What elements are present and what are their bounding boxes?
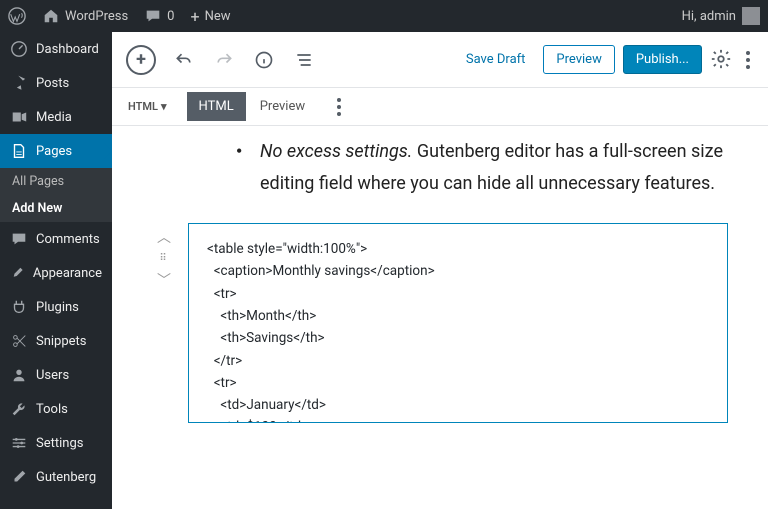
publish-button[interactable]: Publish... (623, 45, 702, 74)
sidebar-item-appearance[interactable]: Appearance (0, 256, 112, 290)
pages-icon (10, 142, 28, 160)
editor-toolbar: + Save Draft Preview Publish... (112, 32, 768, 88)
sidebar-item-media[interactable]: Media (0, 100, 112, 134)
sliders-icon (10, 434, 28, 452)
sidebar-item-settings[interactable]: Settings (0, 426, 112, 460)
settings-toggle[interactable] (710, 48, 734, 72)
new-content-link[interactable]: + New (182, 0, 238, 32)
redo-icon (214, 50, 234, 70)
move-up-button[interactable]: ︿ (157, 227, 171, 247)
redo-button[interactable] (212, 48, 236, 72)
block-toolbar: HTML ▾ HTML Preview (112, 88, 768, 126)
sidebar-item-label: Comments (36, 232, 100, 247)
site-home-link[interactable]: WordPress (34, 0, 136, 32)
greeting-text: Hi, admin (682, 9, 736, 24)
sidebar-item-label: Snippets (36, 334, 87, 349)
brush-icon (10, 264, 25, 282)
sidebar-item-users[interactable]: Users (0, 358, 112, 392)
avatar (742, 7, 760, 25)
chevron-down-icon: ▾ (161, 100, 167, 113)
sidebar-item-comments[interactable]: Comments (0, 222, 112, 256)
sidebar-item-posts[interactable]: Posts (0, 66, 112, 100)
dashboard-icon (10, 40, 28, 58)
sidebar-item-label: Appearance (33, 266, 102, 281)
sidebar-item-tools[interactable]: Tools (0, 392, 112, 426)
tab-html[interactable]: HTML (187, 92, 246, 121)
undo-button[interactable] (172, 48, 196, 72)
sidebar-item-label: Media (36, 110, 72, 125)
html-code-editor[interactable]: <table style="width:100%"> <caption>Mont… (188, 223, 728, 423)
pin-icon (10, 74, 28, 92)
account-menu[interactable]: Hi, admin (682, 7, 768, 25)
sidebar-item-dashboard[interactable]: Dashboard (0, 32, 112, 66)
tab-preview[interactable]: Preview (248, 92, 317, 121)
block-more-button[interactable] (333, 94, 345, 120)
add-block-button[interactable]: + (126, 45, 156, 75)
list-icon (294, 50, 314, 70)
sidebar-item-snippets[interactable]: Snippets (0, 324, 112, 358)
editor-main: + Save Draft Preview Publish... HTML ▾ H… (112, 32, 768, 509)
info-button[interactable] (252, 48, 276, 72)
editor-content[interactable]: No excess settings. Gutenberg editor has… (112, 126, 768, 509)
sidebar-item-label: Dashboard (36, 42, 99, 57)
bullet-emphasis: No excess settings. (260, 141, 412, 162)
sidebar-item-label: Gutenberg (36, 470, 96, 485)
sidebar-item-label: Settings (36, 436, 83, 451)
sidebar-item-pages[interactable]: Pages (0, 134, 112, 168)
admin-topbar: WordPress 0 + New Hi, admin (0, 0, 768, 32)
outline-button[interactable] (292, 48, 316, 72)
info-icon (254, 50, 274, 70)
block-type-dropdown[interactable]: HTML ▾ (120, 94, 175, 119)
submenu-add-new[interactable]: Add New (0, 195, 112, 222)
site-name: WordPress (65, 9, 128, 24)
sidebar-item-label: Plugins (36, 300, 79, 315)
sidebar-item-label: Pages (36, 144, 72, 159)
move-down-button[interactable]: ﹀ (157, 270, 171, 290)
comment-icon (144, 7, 162, 25)
sidebar-item-plugins[interactable]: Plugins (0, 290, 112, 324)
scissors-icon (10, 332, 28, 350)
sidebar-item-label: Tools (36, 402, 68, 417)
drag-handle[interactable]: ⠿ (159, 253, 168, 264)
sidebar-item-gutenberg[interactable]: Gutenberg (0, 460, 112, 494)
home-icon (42, 7, 60, 25)
block-mover: ︿ ⠿ ﹀ (152, 223, 176, 423)
preview-button[interactable]: Preview (543, 45, 614, 74)
comments-count: 0 (167, 9, 174, 24)
admin-sidebar: Dashboard Posts Media Pages All Pages Ad… (0, 32, 112, 509)
wrench-icon (10, 400, 28, 418)
comment-icon (10, 230, 28, 248)
wordpress-icon (8, 7, 26, 25)
sidebar-item-label: Users (36, 368, 69, 383)
plug-icon (10, 298, 28, 316)
comments-link[interactable]: 0 (136, 0, 182, 32)
sidebar-item-label: Posts (36, 76, 69, 91)
more-menu-button[interactable] (742, 47, 754, 73)
edit-icon (10, 468, 28, 486)
user-icon (10, 366, 28, 384)
list-item[interactable]: No excess settings. Gutenberg editor has… (260, 136, 728, 199)
media-icon (10, 108, 28, 126)
save-draft-button[interactable]: Save Draft (456, 46, 536, 73)
new-label: New (205, 9, 231, 24)
gear-icon (710, 48, 732, 70)
wp-logo-menu[interactable] (0, 0, 34, 32)
submenu-all-pages[interactable]: All Pages (0, 168, 112, 195)
plus-icon: + (190, 7, 199, 26)
undo-icon (174, 50, 194, 70)
